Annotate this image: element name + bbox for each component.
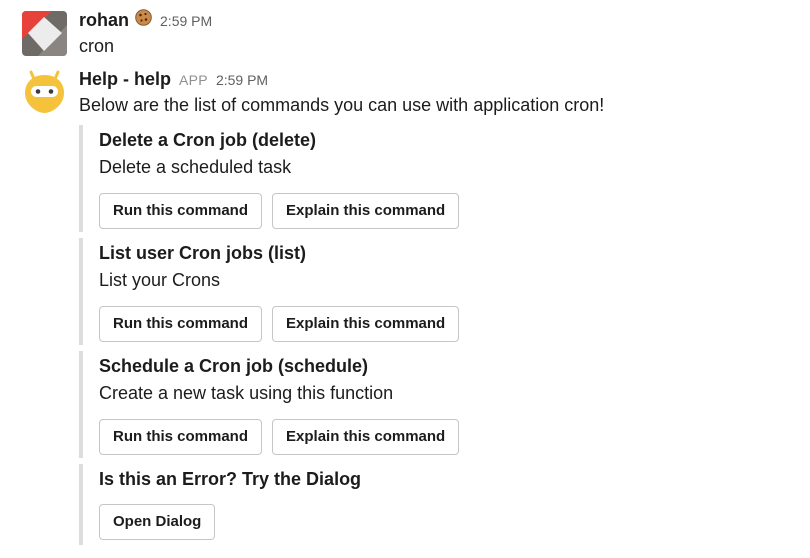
user-avatar-icon <box>22 11 67 56</box>
explain-command-button[interactable]: Explain this command <box>272 193 460 229</box>
run-command-button[interactable]: Run this command <box>99 419 263 455</box>
attachment-actions: Run this command Explain this command <box>99 193 779 229</box>
message-header: rohan 2:59 PM <box>79 8 800 32</box>
author-name[interactable]: Help - help <box>79 67 171 91</box>
attachment-actions: Run this command Explain this command <box>99 419 779 455</box>
message-header: Help - help APP 2:59 PM <box>79 67 800 91</box>
attachment-title: List user Cron jobs (list) <box>99 243 307 263</box>
open-dialog-button[interactable]: Open Dialog <box>99 504 216 540</box>
attachment-text: List your Crons <box>99 270 221 290</box>
attachment-actions: Run this command Explain this command <box>99 306 779 342</box>
attachment-title: Schedule a Cron job (schedule) <box>99 356 369 376</box>
message-pane: rohan 2:59 PM cron Help - help APP 2:59 … <box>0 0 810 558</box>
attachment-delete: Delete a Cron job (delete) Delete a sche… <box>79 125 779 232</box>
run-command-button[interactable]: Run this command <box>99 193 263 229</box>
app-badge: APP <box>179 72 208 88</box>
bot-avatar[interactable] <box>22 69 67 114</box>
attachment-actions: Open Dialog <box>99 504 779 540</box>
message-text: cron <box>79 36 115 56</box>
avatar[interactable] <box>22 11 67 56</box>
cookie-emoji-icon <box>135 9 152 26</box>
message-body: rohan 2:59 PM cron <box>79 8 800 58</box>
attachment-schedule: Schedule a Cron job (schedule) Create a … <box>79 351 779 458</box>
attachment-dialog: Is this an Error? Try the Dialog Open Di… <box>79 464 779 545</box>
message-body: Help - help APP 2:59 PM Below are the li… <box>79 67 800 117</box>
attachment-title: Delete a Cron job (delete) <box>99 130 317 150</box>
run-command-button[interactable]: Run this command <box>99 306 263 342</box>
message-bot: Help - help APP 2:59 PM Below are the li… <box>0 67 810 117</box>
attachment-list: List user Cron jobs (list) List your Cro… <box>79 238 779 345</box>
message-text: Below are the list of commands you can u… <box>79 95 605 115</box>
timestamp[interactable]: 2:59 PM <box>160 9 212 33</box>
explain-command-button[interactable]: Explain this command <box>272 419 460 455</box>
message-user: rohan 2:59 PM cron <box>0 8 810 60</box>
robot-avatar-icon <box>25 70 64 113</box>
attachment-text: Delete a scheduled task <box>99 157 292 177</box>
attachment-text: Create a new task using this function <box>99 383 394 403</box>
attachment-title: Is this an Error? Try the Dialog <box>99 469 362 489</box>
author-name[interactable]: rohan <box>79 8 129 32</box>
explain-command-button[interactable]: Explain this command <box>272 306 460 342</box>
timestamp[interactable]: 2:59 PM <box>216 68 268 92</box>
